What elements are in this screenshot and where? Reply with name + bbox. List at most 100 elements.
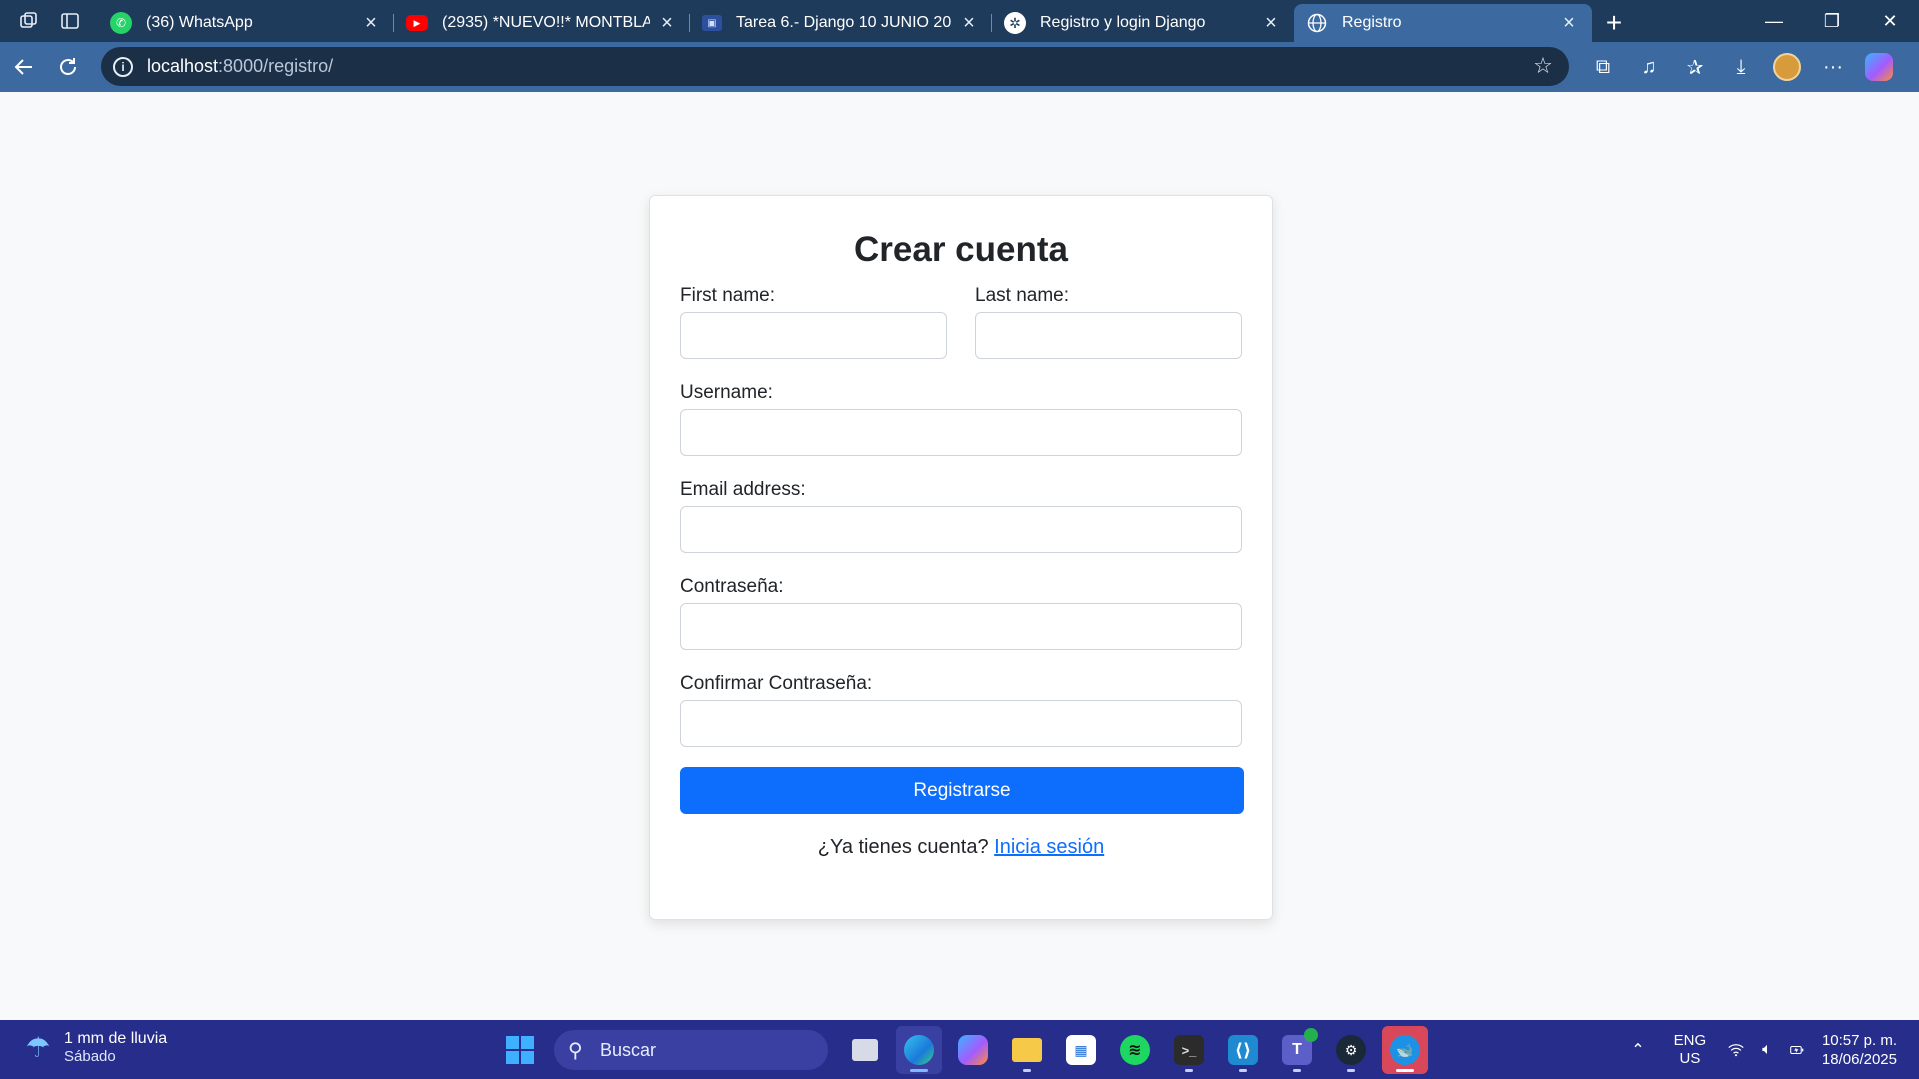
tab-label: Tarea 6.- Django 10 JUNIO 2025 xyxy=(736,14,952,31)
weather-day: Sábado xyxy=(64,1048,116,1065)
copilot-icon[interactable] xyxy=(1856,42,1902,92)
tab-actions-icon[interactable] xyxy=(59,10,81,32)
page-content: Crear cuenta First name: Last name: User… xyxy=(0,92,1919,1020)
email-label: Email address: xyxy=(680,479,806,500)
password-input[interactable] xyxy=(680,603,1242,650)
search-placeholder: Buscar xyxy=(600,1039,657,1060)
email-input[interactable] xyxy=(680,506,1242,553)
profile-avatar[interactable] xyxy=(1764,42,1810,92)
clock[interactable]: 10:57 p. m. 18/06/2025 xyxy=(1812,1020,1919,1079)
register-card: Crear cuenta First name: Last name: User… xyxy=(649,195,1273,920)
window-controls: — ❐ ✕ xyxy=(1745,0,1919,42)
page-title: Crear cuenta xyxy=(854,230,1068,269)
refresh-icon[interactable] xyxy=(46,45,90,89)
new-tab-button[interactable]: + xyxy=(1592,4,1636,42)
weather-text: 1 mm de lluvia Sábado xyxy=(64,1030,167,1065)
clock-date: 18/06/2025 xyxy=(1821,1050,1897,1068)
first-name-input[interactable] xyxy=(680,312,947,359)
weather-widget[interactable]: ☂ 1 mm de lluvia Sábado xyxy=(22,1030,167,1065)
task-view-icon[interactable] xyxy=(842,1026,888,1074)
close-icon[interactable]: × xyxy=(1260,12,1282,34)
weather-main: 1 mm de lluvia xyxy=(64,1030,168,1047)
restore-icon[interactable]: ❐ xyxy=(1803,0,1861,42)
windows-logo-icon xyxy=(506,1036,534,1064)
workspaces-icon[interactable] xyxy=(18,10,40,32)
confirm-password-label: Confirmar Contraseña: xyxy=(680,673,873,694)
browser-titlebar: ✆ (36) WhatsApp × ▶ (2935) *NUEVO!!* MON… xyxy=(0,0,1919,42)
last-name-input[interactable] xyxy=(975,312,1242,359)
close-icon[interactable]: × xyxy=(958,12,980,34)
toolbar-extensions: ⧉ ♫ ✰ ⤓ ··· xyxy=(1580,42,1902,92)
microsoft-store-icon[interactable]: ▦ xyxy=(1058,1026,1104,1074)
vscode-icon[interactable]: ⟨⟩ xyxy=(1220,1026,1266,1074)
globe-icon xyxy=(1306,12,1328,34)
lang-bottom: US xyxy=(1679,1049,1701,1067)
tab-label: (36) WhatsApp xyxy=(146,14,253,31)
tab-label: Registro y login Django xyxy=(1040,14,1206,31)
start-button[interactable] xyxy=(496,1026,544,1074)
whatsapp-icon: ✆ xyxy=(110,12,132,34)
more-options-icon[interactable]: ··· xyxy=(1810,42,1856,92)
terminal-icon[interactable]: >_ xyxy=(1166,1026,1212,1074)
lang-top: ENG xyxy=(1673,1031,1707,1049)
back-icon[interactable] xyxy=(2,45,46,89)
volume-icon[interactable]: 🔈︎ xyxy=(1752,1020,1782,1079)
favorite-star-icon[interactable]: ☆ xyxy=(1531,54,1555,78)
url-path: :8000/registro/ xyxy=(218,56,334,76)
confirm-password-group: Confirmar Contraseña: xyxy=(680,668,1242,747)
login-prompt-text: ¿Ya tienes cuenta? xyxy=(817,836,989,858)
teams-icon[interactable]: T xyxy=(1274,1026,1320,1074)
tab-label: (2935) *NUEVO!!* MONTBLANC - xyxy=(442,14,650,31)
file-explorer-icon[interactable] xyxy=(1004,1026,1050,1074)
docker-icon[interactable]: 🐋 xyxy=(1382,1026,1428,1074)
youtube-icon: ▶ xyxy=(406,15,428,31)
address-bar[interactable]: i localhost:8000/registro/ ☆ xyxy=(101,47,1569,86)
battery-icon[interactable] xyxy=(1782,1020,1812,1079)
tab-registro-login[interactable]: ✲ Registro y login Django × xyxy=(992,4,1294,42)
email-group: Email address: xyxy=(680,474,1242,553)
edge-app-icon[interactable] xyxy=(896,1026,942,1074)
favorites-icon[interactable]: ✰ xyxy=(1672,42,1718,92)
titlebar-left-controls xyxy=(0,0,98,42)
taskbar-search[interactable]: ⚲ Buscar xyxy=(554,1030,828,1070)
confirm-password-input[interactable] xyxy=(680,700,1242,747)
minimize-icon[interactable]: — xyxy=(1745,0,1803,42)
taskbar-apps: ⚲ Buscar ▦ ≋ >_ ⟨⟩ T ⚙ 🐋 xyxy=(496,1026,1432,1074)
system-tray: ⌃ ENG US 🔈︎ 10:57 p. m. 18/06/2025 xyxy=(1616,1020,1919,1079)
password-group: Contraseña: xyxy=(680,571,1242,650)
wifi-icon[interactable] xyxy=(1720,1020,1752,1079)
site-info-icon[interactable]: i xyxy=(113,56,133,77)
username-input[interactable] xyxy=(680,409,1242,456)
register-button[interactable]: Registrarse xyxy=(680,767,1244,814)
close-window-icon[interactable]: ✕ xyxy=(1861,0,1919,42)
extensions-icon[interactable]: ⧉ xyxy=(1580,42,1626,92)
username-group: Username: xyxy=(680,377,1242,456)
login-link[interactable]: Inicia sesión xyxy=(994,836,1104,858)
language-indicator[interactable]: ENG US xyxy=(1660,1020,1720,1079)
close-icon[interactable]: × xyxy=(656,12,678,34)
copilot-app-icon[interactable] xyxy=(950,1026,996,1074)
close-icon[interactable]: × xyxy=(360,12,382,34)
media-control-icon[interactable]: ♫ xyxy=(1626,42,1672,92)
login-prompt-line: ¿Ya tienes cuenta? Inicia sesión xyxy=(680,836,1242,859)
name-row: First name: Last name: xyxy=(680,280,1242,359)
downloads-icon[interactable]: ⤓ xyxy=(1718,42,1764,92)
tab-youtube[interactable]: ▶ (2935) *NUEVO!!* MONTBLANC - × xyxy=(394,4,690,42)
steam-icon[interactable]: ⚙ xyxy=(1328,1026,1374,1074)
tab-whatsapp[interactable]: ✆ (36) WhatsApp × xyxy=(98,4,394,42)
first-name-group: First name: xyxy=(680,280,947,359)
url-host: localhost xyxy=(147,56,219,76)
umbrella-rain-icon: ☂ xyxy=(25,1031,51,1063)
last-name-group: Last name: xyxy=(975,280,1242,359)
windows-taskbar: ☂ 1 mm de lluvia Sábado ⚲ Buscar ▦ ≋ >_ … xyxy=(0,1020,1919,1079)
tab-classroom[interactable]: ▣ Tarea 6.- Django 10 JUNIO 2025 × xyxy=(690,4,992,42)
spotify-icon[interactable]: ≋ xyxy=(1112,1026,1158,1074)
tab-registro[interactable]: Registro × xyxy=(1294,4,1592,42)
close-icon[interactable]: × xyxy=(1558,12,1580,34)
search-icon: ⚲ xyxy=(568,1039,583,1062)
password-label: Contraseña: xyxy=(680,576,784,597)
notification-badge xyxy=(1304,1028,1318,1042)
last-name-label: Last name: xyxy=(975,285,1069,306)
tab-label: Registro xyxy=(1342,14,1402,31)
chevron-up-icon[interactable]: ⌃ xyxy=(1616,1020,1660,1079)
